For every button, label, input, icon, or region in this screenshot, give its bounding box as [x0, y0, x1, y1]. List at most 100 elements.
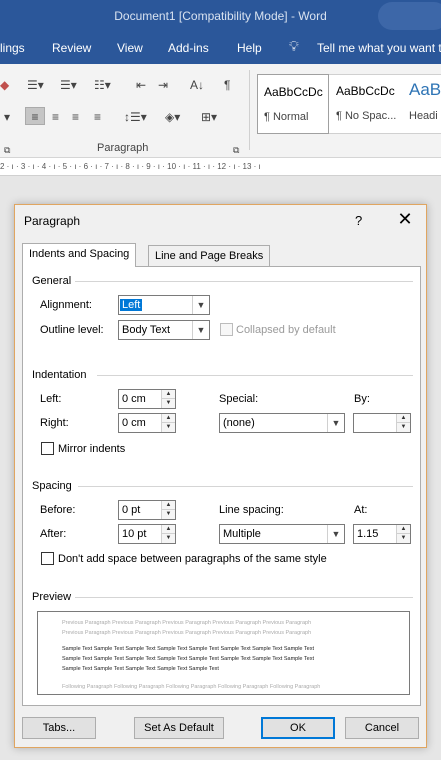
style-name: ¶ No Spac... [336, 110, 397, 122]
mirror-indents-checkbox[interactable] [41, 442, 54, 455]
special-value: (none) [223, 417, 255, 429]
tab-indents-and-spacing[interactable]: Indents and Spacing [22, 243, 137, 267]
indent-left-label: Left: [40, 393, 62, 405]
divider [75, 281, 413, 282]
indentation-heading: Indentation [32, 369, 87, 381]
after-value: 10 pt [122, 528, 147, 540]
after-spinner[interactable]: 10 pt ▲ ▼ [118, 524, 176, 544]
style-name: ¶ Normal [264, 111, 309, 123]
special-label: Special: [219, 393, 259, 405]
set-as-default-button[interactable]: Set As Default [134, 717, 224, 739]
decrease-indent-icon[interactable]: ⇤ [136, 76, 146, 94]
preview-sample-line: Sample Text Sample Text Sample Text Samp… [62, 646, 315, 652]
increase-indent-icon[interactable]: ⇥ [158, 76, 168, 94]
tell-me-search[interactable]: Tell me what you want t [317, 41, 441, 55]
by-spinner[interactable]: ▲ ▼ [353, 413, 411, 433]
help-button[interactable]: ? [355, 213, 362, 228]
chevron-down-icon[interactable]: ▼ [327, 414, 344, 432]
tab-line-and-page-breaks[interactable]: Line and Page Breaks [148, 245, 271, 267]
preview-heading: Preview [32, 591, 72, 603]
paragraph-dialog: Paragraph ? ✕ Indents and Spacing Line a… [14, 204, 427, 748]
preview-previous-line: Previous Paragraph Previous Paragraph Pr… [62, 620, 312, 626]
format-painter-icon[interactable]: ◆ [0, 76, 9, 94]
borders-icon[interactable]: ⊞▾ [201, 108, 217, 126]
spacing-heading: Spacing [32, 480, 72, 492]
tab-view[interactable]: View [117, 41, 143, 55]
style-heading[interactable]: AaB Headi [403, 74, 441, 134]
spin-down-icon[interactable]: ▼ [162, 534, 175, 543]
ruler[interactable]: 2 · ı · 3 · ı · 4 · ı · 5 · ı · 6 · ı · … [0, 158, 441, 176]
after-label: After: [40, 528, 67, 540]
tab-add-ins[interactable]: Add-ins [168, 41, 209, 55]
spinner-buttons: ▲ ▼ [161, 525, 175, 543]
justify-icon[interactable]: ≡ [94, 108, 101, 126]
paragraph-dialog-launcher-icon[interactable]: ⧉ [233, 141, 239, 159]
style-normal[interactable]: AaBbCcDc ¶ Normal [257, 74, 329, 134]
align-right-icon[interactable]: ≡ [72, 108, 79, 126]
at-spinner[interactable]: 1.15 ▲ ▼ [353, 524, 411, 544]
ribbon: ◆ ☰▾ ☰▾ ☷▾ ⇤ ⇥ A↓ ¶ ≡ ≡ ≡ ≡ ↕☰▾ ◈▾ ⊞▾ ▾ … [0, 64, 441, 158]
indent-right-label: Right: [40, 417, 69, 429]
chevron-down-icon[interactable]: ▼ [192, 296, 209, 314]
chevron-down-icon[interactable]: ▼ [327, 525, 344, 543]
indent-left-value: 0 cm [122, 393, 146, 405]
special-select[interactable]: (none) ▼ [219, 413, 345, 433]
indent-right-spinner[interactable]: 0 cm ▲ ▼ [118, 413, 176, 433]
dont-add-space-checkbox[interactable] [41, 552, 54, 565]
numbering-icon[interactable]: ☰▾ [60, 76, 77, 94]
spin-up-icon[interactable]: ▲ [162, 525, 175, 534]
bullets-icon[interactable]: ☰▾ [27, 76, 44, 94]
outline-level-select[interactable]: Body Text ▼ [118, 320, 210, 340]
sort-icon[interactable]: A↓ [190, 76, 204, 94]
before-spinner[interactable]: 0 pt ▲ ▼ [118, 500, 176, 520]
collapsed-checkbox[interactable] [220, 323, 233, 336]
tabs-button[interactable]: Tabs... [22, 717, 96, 739]
spin-down-icon[interactable]: ▼ [397, 423, 410, 432]
align-left-icon[interactable]: ≡ [25, 107, 45, 125]
dropdown-icon[interactable]: ▾ [4, 108, 10, 126]
show-formatting-icon[interactable]: ¶ [224, 76, 230, 94]
line-spacing-select[interactable]: Multiple ▼ [219, 524, 345, 544]
cancel-button[interactable]: Cancel [345, 717, 419, 739]
before-value: 0 pt [122, 504, 141, 516]
ok-button[interactable]: OK [261, 717, 335, 739]
account-avatar[interactable] [378, 2, 441, 30]
close-icon[interactable]: ✕ [395, 209, 415, 230]
spin-up-icon[interactable]: ▲ [162, 414, 175, 423]
indent-left-spinner[interactable]: 0 cm ▲ ▼ [118, 389, 176, 409]
spin-up-icon[interactable]: ▲ [162, 390, 175, 399]
line-spacing-icon[interactable]: ↕☰▾ [124, 108, 147, 126]
tab-help[interactable]: Help [237, 41, 262, 55]
multilevel-list-icon[interactable]: ☷▾ [94, 76, 111, 94]
tab-mailings[interactable]: lings [0, 41, 25, 55]
style-no-spacing[interactable]: AaBbCcDc ¶ No Spac... [330, 74, 402, 134]
font-dialog-launcher-icon[interactable]: ⧉ [4, 141, 10, 159]
spin-up-icon[interactable]: ▲ [397, 414, 410, 423]
lightbulb-icon: 💡︎ [289, 38, 299, 54]
spin-down-icon[interactable]: ▼ [162, 399, 175, 408]
align-center-icon[interactable]: ≡ [52, 108, 59, 126]
tab-review[interactable]: Review [52, 41, 91, 55]
spin-down-icon[interactable]: ▼ [397, 534, 410, 543]
alignment-select[interactable]: Left ▼ [118, 295, 210, 315]
shading-icon[interactable]: ◈▾ [165, 108, 180, 126]
chevron-down-icon[interactable]: ▼ [192, 321, 209, 339]
dialog-title: Paragraph [24, 214, 81, 228]
spin-down-icon[interactable]: ▼ [162, 510, 175, 519]
preview-sample-line: Sample Text Sample Text Sample Text Samp… [62, 666, 219, 672]
divider [75, 597, 413, 598]
before-label: Before: [40, 504, 76, 516]
tab-label: Line and Page Breaks [155, 250, 264, 262]
divider [97, 375, 413, 376]
style-sample: AaBbCcDc [336, 84, 395, 98]
spin-up-icon[interactable]: ▲ [397, 525, 410, 534]
at-value: 1.15 [357, 528, 379, 540]
by-label: By: [354, 393, 370, 405]
outline-level-value: Body Text [122, 324, 171, 336]
dont-add-space-label: Don't add space between paragraphs of th… [58, 553, 327, 565]
spin-down-icon[interactable]: ▼ [162, 423, 175, 432]
spin-up-icon[interactable]: ▲ [162, 501, 175, 510]
style-name: Headi [409, 110, 438, 122]
style-sample: AaBbCcDc [264, 85, 323, 99]
preview-box: Previous Paragraph Previous Paragraph Pr… [37, 611, 410, 695]
